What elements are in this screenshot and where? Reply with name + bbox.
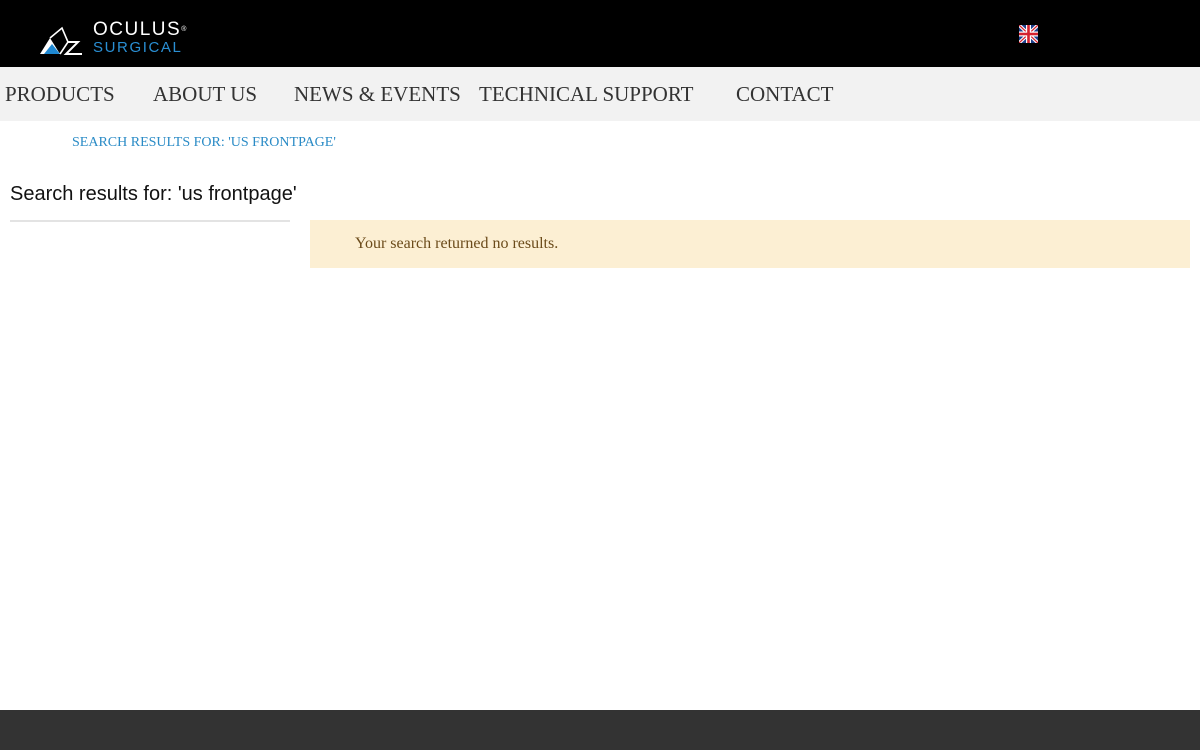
logo-name: OCULUS <box>93 19 182 40</box>
title-divider <box>10 220 290 222</box>
logo-wordmark: OCULUS® <box>93 20 186 40</box>
logo-mark-icon <box>40 26 82 55</box>
top-header: OCULUS® SURGICAL <box>0 0 1200 67</box>
notice-text: Your search returned no results. <box>355 235 559 252</box>
nav-item-products[interactable]: PRODUCTS <box>5 82 115 106</box>
page-footer <box>0 710 1200 750</box>
logo-subtitle: SURGICAL <box>93 39 183 56</box>
nav-item-news-events[interactable]: NEWS & EVENTS <box>294 82 461 106</box>
nav-item-contact[interactable]: CONTACT <box>736 82 833 106</box>
nav-item-about-us[interactable]: ABOUT US <box>153 82 257 106</box>
main-navigation: PRODUCTS ABOUT US NEWS & EVENTS TECHNICA… <box>0 67 1200 121</box>
page-title: Search results for: 'us frontpage' <box>10 183 297 205</box>
breadcrumb[interactable]: SEARCH RESULTS FOR: 'US FRONTPAGE' <box>72 135 336 151</box>
registered-mark: ® <box>181 26 187 33</box>
flag-uk-icon[interactable] <box>1017 23 1040 45</box>
no-results-notice: Your search returned no results. <box>310 220 1190 268</box>
oculus-surgical-logo[interactable]: OCULUS® SURGICAL <box>38 20 208 58</box>
nav-item-technical-support[interactable]: TECHNICAL SUPPORT <box>479 82 693 106</box>
